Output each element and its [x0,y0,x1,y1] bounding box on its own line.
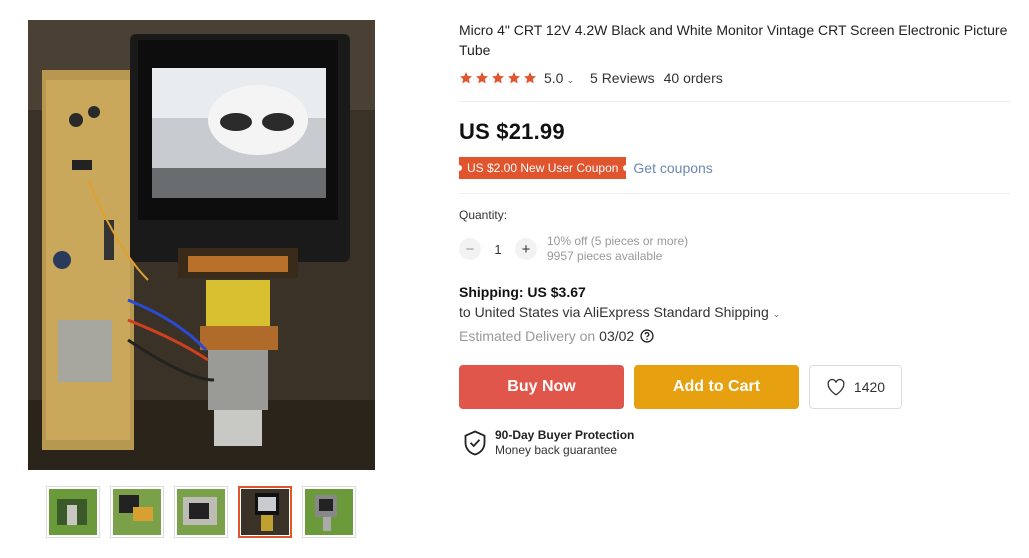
star-icon [492,72,504,84]
wishlist-button[interactable]: 1420 [809,365,902,409]
buy-now-button[interactable]: Buy Now [459,365,624,409]
star-icon [460,72,472,84]
wishlist-count: 1420 [853,379,886,395]
thumbnail-3-image [177,489,225,535]
buyer-protection-subtitle: Money back guarantee [495,443,618,457]
product-photo [28,20,375,470]
product-info-panel: Micro 4" CRT 12V 4.2W Black and White Mo… [459,20,1011,457]
buyer-protection-text: 90-Day Buyer Protection Money back guara… [495,428,634,457]
star-icon [508,72,520,84]
quantity-label: Quantity: [459,208,508,222]
get-coupons-link[interactable]: Get coupons [633,160,712,176]
quantity-info: 10% off (5 pieces or more) 9957 pieces a… [547,234,688,264]
thumbnail-strip [46,486,356,538]
product-title: Micro 4" CRT 12V 4.2W Black and White Mo… [459,22,1008,58]
rating-value-dropdown[interactable]: 5.0 ⌄ [544,70,574,86]
quantity-decrease-button[interactable]: − [459,238,481,260]
divider [459,101,1011,102]
rating-value: 5.0 [544,70,564,86]
purchase-actions: Buy Now Add to Cart 1420 [459,365,1011,409]
thumbnail-2[interactable] [110,486,164,538]
chevron-down-icon: ⌄ [772,309,781,319]
thumbnail-1[interactable] [46,486,100,538]
product-price: US $21.99 [459,119,565,144]
chevron-down-icon: ⌄ [566,75,575,85]
new-user-coupon-badge[interactable]: US $2.00 New User Coupon [459,157,627,179]
shipping-method-text: to United States via AliExpress Standard… [459,304,769,320]
shield-check-icon [464,430,486,455]
buyer-protection[interactable]: 90-Day Buyer Protection Money back guara… [459,428,1011,457]
delivery-date: 03/02 [599,328,635,344]
thumbnail-3[interactable] [174,486,228,538]
shipping-method-selector[interactable]: to United States via AliExpress Standard… [459,304,1011,320]
help-icon[interactable] [640,329,654,343]
thumbnail-2-image [113,489,161,535]
heart-icon [827,378,845,396]
star-icon [476,72,488,84]
thumbnail-4-image [241,489,289,535]
main-product-image[interactable] [28,20,375,470]
quantity-stepper: − 1 + 10% off (5 pieces or more) 9957 pi… [459,234,1011,264]
thumbnail-5[interactable] [302,486,356,538]
reviews-link[interactable]: 5 Reviews [590,70,655,86]
rating-stars[interactable] [459,71,537,85]
quantity-increase-button[interactable]: + [515,238,537,260]
quantity-input[interactable]: 1 [481,242,515,257]
thumbnail-1-image [49,489,97,535]
orders-count: 40 orders [663,70,723,86]
divider [459,193,1011,194]
buyer-protection-title: 90-Day Buyer Protection [495,428,635,442]
add-to-cart-button[interactable]: Add to Cart [634,365,799,409]
star-icon [524,72,536,84]
thumbnail-5-image [305,489,353,535]
bulk-discount-text: 10% off (5 pieces or more) [547,234,689,248]
delivery-label: Estimated Delivery on [459,328,596,344]
estimated-delivery: Estimated Delivery on 03/02 [459,328,1011,344]
shipping-price: Shipping: US $3.67 [459,284,586,300]
thumbnail-4-active[interactable] [238,486,292,538]
stock-available-text: 9957 pieces available [547,249,663,263]
coupon-row: US $2.00 New User Coupon Get coupons [459,157,1011,179]
rating-row: 5.0 ⌄ 5 Reviews 40 orders [459,68,1011,88]
